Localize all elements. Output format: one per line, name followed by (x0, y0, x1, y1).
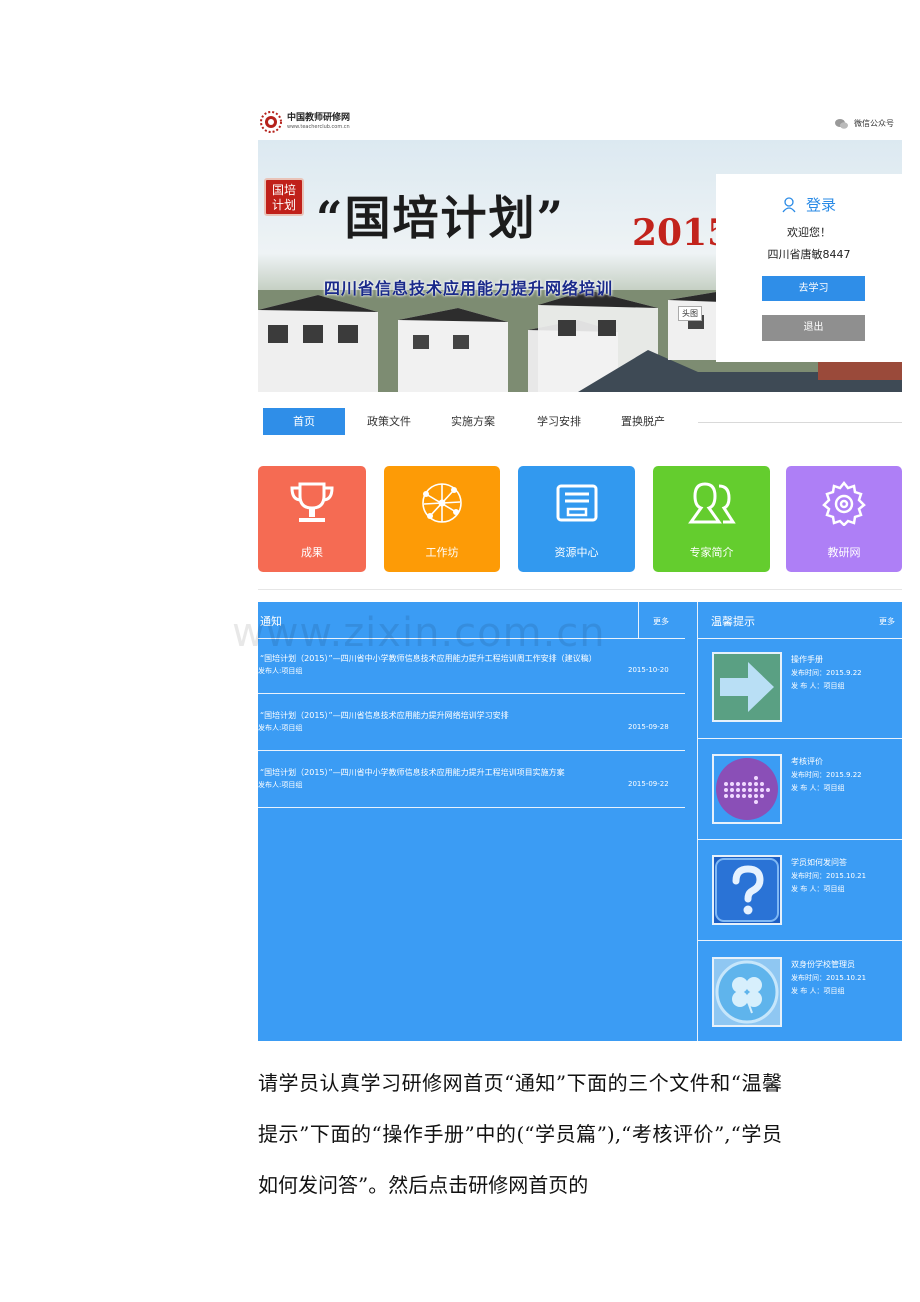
arrow-right-icon (714, 654, 780, 720)
exit-button[interactable]: 退出 (762, 315, 865, 341)
tip-publisher: 发 布 人：项目组 (791, 682, 845, 690)
wechat-icon (835, 118, 848, 129)
site-logo[interactable]: 中国教师研修网 www.teacherclub.com.cn (258, 110, 350, 134)
notice-item-publisher: 发布人:项目组 (258, 724, 303, 732)
tip-publisher: 发 布 人：项目组 (791, 784, 845, 792)
nav-plan[interactable]: 实施方案 (438, 408, 508, 435)
tips-title: 温馨提示 (711, 615, 755, 628)
tile-resources[interactable]: 资源中心 (518, 466, 635, 572)
nav-home[interactable]: 首页 (263, 408, 345, 435)
box-icon (556, 484, 597, 522)
notice-more-link[interactable]: 更多 (653, 616, 669, 627)
main-nav: 首页 政策文件 实施方案 学习安排 置换脱产 (258, 404, 902, 438)
notice-item-publisher: 发布人:项目组 (258, 781, 303, 789)
nav-schedule[interactable]: 学习安排 (524, 408, 594, 435)
column-divider (697, 602, 698, 1041)
banner-subtitle: 四川省信息技术应用能力提升网络培训 (324, 279, 614, 298)
tip-publisher: 发 布 人：项目组 (791, 885, 845, 893)
tip-thumbnail[interactable] (712, 754, 782, 824)
tip-time: 发布时间：2015.10.21 (791, 872, 867, 880)
notice-row-divider (258, 807, 685, 808)
nav-divider (698, 422, 902, 423)
gear-icon (822, 480, 866, 526)
banner-overlay-label: 头图 (678, 306, 702, 321)
tile-label: 成果 (301, 546, 323, 559)
notice-item-publisher: 发布人:项目组 (258, 667, 303, 675)
hero-banner: 国培 计划 “国培计划” 2015 四川省信息技术应用能力提升网络培训 头图 登… (258, 140, 902, 392)
notice-row-divider (258, 750, 685, 751)
tip-row-divider (697, 940, 902, 941)
tile-label: 工作坊 (425, 546, 459, 559)
tip-name[interactable]: 考核评价 (791, 756, 823, 767)
notice-row-divider (258, 693, 685, 694)
notice-item-title[interactable]: “国培计划（2015）”—四川省信息技术应用能力提升网络培训学习安排 (260, 710, 509, 721)
tile-label: 专家简介 (689, 546, 734, 559)
wechat-link[interactable]: 微信公众号 (835, 118, 894, 129)
tip-time: 发布时间：2015.9.22 (791, 669, 862, 677)
tip-time: 发布时间：2015.9.22 (791, 771, 862, 779)
instruction-paragraph: 请学员认真学习研修网首页“通知”下面的三个文件和“温馨提示”下面的“操作手册”中… (258, 1071, 782, 1197)
tile-label: 教研网 (827, 546, 861, 559)
tip-thumbnail[interactable] (712, 855, 782, 925)
tile-label: 资源中心 (554, 546, 599, 559)
logo-mark-icon (260, 111, 282, 133)
tip-thumbnail[interactable] (712, 652, 782, 722)
tile-research[interactable]: 教研网 (786, 466, 902, 572)
username-text: 四川省唐敏8447 (767, 248, 851, 261)
tip-name[interactable]: 学员如何发问答 (791, 857, 847, 868)
login-title: 登录 (806, 196, 837, 214)
nav-policy[interactable]: 政策文件 (354, 408, 424, 435)
logo-name: 中国教师研修网 (287, 113, 351, 123)
tips-header-line (697, 638, 902, 639)
tile-experts[interactable]: 专家简介 (653, 466, 770, 572)
tip-row-divider (697, 839, 902, 840)
tile-workshop[interactable]: 工作坊 (384, 466, 500, 572)
watermark: www.zixin.com.cn (232, 610, 606, 656)
user-icon (782, 196, 796, 212)
notice-item-title[interactable]: “国培计划（2015）”—四川省中小学教师信息技术应用能力提升工程培训项目实施方… (260, 767, 565, 778)
clover-icon (715, 960, 779, 1024)
info-panel: 通知 更多 “国培计划（2015）”—四川省中小学教师信息技术应用能力提升工程培… (258, 602, 902, 1041)
tile-achievements[interactable]: 成果 (258, 466, 366, 572)
guopei-stamp-logo: 国培 计划 (264, 178, 304, 216)
tips-more-link[interactable]: 更多 (879, 616, 895, 627)
tip-thumbnail[interactable] (712, 957, 782, 1027)
notice-item-date: 2015-09-22 (628, 780, 669, 788)
notice-item-date: 2015-09-28 (628, 723, 669, 731)
trophy-icon (290, 482, 334, 522)
tip-publisher: 发 布 人：项目组 (791, 987, 845, 995)
notice-header-divider (638, 602, 639, 638)
wechat-label: 微信公众号 (854, 119, 894, 128)
tip-name[interactable]: 操作手册 (791, 654, 823, 665)
section-divider (258, 589, 902, 590)
tip-row-divider (697, 738, 902, 739)
question-icon (715, 858, 779, 922)
logo-url: www.teacherclub.com.cn (287, 124, 350, 130)
notice-item-date: 2015-10-20 (628, 666, 669, 674)
dotted-arrow-icon (716, 758, 778, 820)
login-heading: 登录 (782, 194, 836, 215)
banner-title: “国培计划” (316, 191, 565, 245)
nav-replacement[interactable]: 置换脱产 (608, 408, 678, 435)
site-header: 中国教师研修网 www.teacherclub.com.cn 微信公众号 (258, 108, 902, 140)
study-button[interactable]: 去学习 (762, 276, 865, 301)
tip-time: 发布时间：2015.10.21 (791, 974, 867, 982)
login-card: 登录 欢迎您！ 四川省唐敏8447 去学习 退出 (716, 174, 902, 362)
tip-name[interactable]: 双身份学校管理员 (791, 959, 855, 970)
welcome-text: 欢迎您！ (787, 226, 831, 239)
people-icon (687, 482, 736, 524)
network-icon (422, 483, 462, 523)
